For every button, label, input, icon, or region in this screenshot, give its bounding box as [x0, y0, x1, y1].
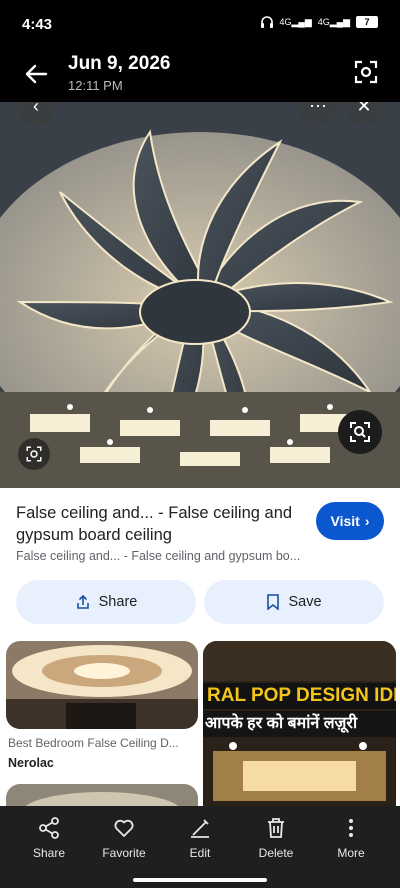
more-vertical-icon: [349, 819, 353, 837]
lens-search-icon: [350, 422, 370, 442]
related-image-1[interactable]: [6, 641, 198, 729]
share-button[interactable]: Share: [16, 580, 196, 624]
save-button[interactable]: Save: [204, 580, 384, 624]
lens-button[interactable]: [352, 58, 380, 86]
signal-1-icon: 4G▂▄▆: [279, 16, 312, 27]
bookmark-icon: [267, 594, 280, 610]
more-button[interactable]: More: [316, 816, 386, 860]
network-type-1: 4G: [279, 16, 292, 27]
photo-date: Jun 9, 2026: [68, 53, 171, 74]
headphones-icon: [260, 16, 273, 28]
upload-share-icon: [76, 594, 89, 609]
save-label: Save: [288, 594, 322, 610]
bottom-share-button[interactable]: Share: [14, 816, 84, 860]
detail-card: False ceiling and... - False ceiling and…: [0, 488, 400, 814]
image-lens-button[interactable]: [18, 438, 50, 470]
network-type-2: 4G: [317, 16, 330, 27]
photo-viewer[interactable]: ‹ ⋯ ✕: [0, 102, 400, 488]
arrow-left-icon: [25, 64, 48, 84]
related-source-1: Nerolac: [8, 756, 54, 770]
bedroom-ceiling-thumbnail: [6, 641, 198, 729]
status-icons: 4G▂▄▆ 4G▂▄▆ 7: [260, 16, 378, 28]
more-label: More: [337, 846, 365, 860]
edit-icon: [191, 819, 209, 838]
bottom-share-label: Share: [32, 846, 66, 860]
back-button[interactable]: [20, 58, 52, 90]
bottom-action-bar: Share Favorite Edit Delete More: [0, 806, 400, 888]
favorite-label: Favorite: [102, 846, 146, 860]
heart-icon: [114, 819, 134, 837]
chevron-right-icon: ›: [364, 513, 370, 529]
battery-icon: 7: [356, 16, 378, 28]
delete-button[interactable]: Delete: [241, 816, 311, 860]
app-bar: Jun 9, 2026 12:11 PM: [0, 48, 400, 102]
home-indicator[interactable]: [133, 878, 267, 882]
trash-icon: [268, 818, 284, 838]
delete-label: Delete: [258, 846, 294, 860]
visit-label: Visit: [330, 513, 360, 529]
edit-label: Edit: [189, 846, 211, 860]
pop-design-text-1: RAL POP DESIGN IDE: [203, 683, 396, 709]
visual-search-button[interactable]: [338, 410, 382, 454]
related-image-2[interactable]: RAL POP DESIGN IDE आपके हर को बमांनें लज…: [203, 641, 396, 811]
lens-icon: [354, 60, 378, 84]
result-title[interactable]: False ceiling and... - False ceiling and…: [16, 502, 304, 546]
status-bar: 4:43 4G▂▄▆ 4G▂▄▆ 7: [0, 0, 400, 48]
edit-button[interactable]: Edit: [165, 816, 235, 860]
favorite-button[interactable]: Favorite: [89, 816, 159, 860]
result-subtitle: False ceiling and... - False ceiling and…: [16, 549, 301, 563]
lens-small-icon: [26, 446, 42, 462]
photo-time: 12:11 PM: [68, 78, 123, 93]
related-title-1[interactable]: Best Bedroom False Ceiling D...: [8, 736, 198, 750]
signal-2-icon: 4G▂▄▆: [317, 16, 350, 27]
visit-button[interactable]: Visit ›: [316, 502, 384, 540]
pop-design-text-2: आपके हर को बमांनें लज़ूरी: [203, 711, 396, 737]
share-label: Share: [98, 594, 138, 610]
share-icon: [39, 817, 59, 839]
status-time: 4:43: [22, 16, 53, 33]
